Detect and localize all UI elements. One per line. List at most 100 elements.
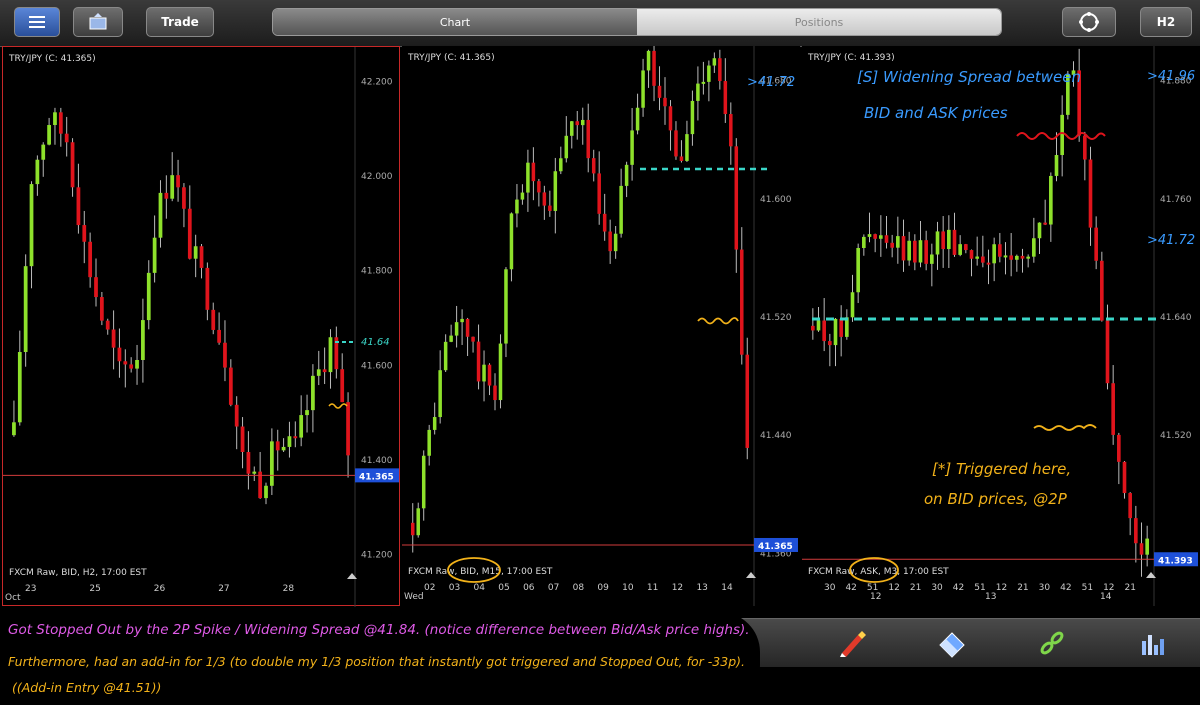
candle-body bbox=[47, 125, 51, 145]
candle-body bbox=[718, 58, 722, 82]
x-tick-label: 26 bbox=[154, 584, 166, 594]
x-tick-label: 10 bbox=[622, 583, 634, 593]
candle-body bbox=[164, 192, 169, 199]
candle-body bbox=[1128, 493, 1132, 519]
candle-body bbox=[1049, 175, 1053, 225]
candle-body bbox=[41, 144, 46, 160]
link-icon[interactable] bbox=[1036, 627, 1068, 659]
y-tick-label: 41.600 bbox=[361, 361, 393, 371]
candle-body bbox=[668, 106, 673, 131]
candle-body bbox=[591, 158, 596, 174]
candle-body bbox=[816, 320, 821, 331]
candle-body bbox=[129, 364, 134, 369]
candle-body bbox=[416, 508, 420, 536]
annotation-spread-1: [S] Widening Spread between bbox=[857, 68, 1081, 86]
x-tick-label: 30 bbox=[824, 583, 836, 593]
instrument-button[interactable] bbox=[73, 7, 123, 37]
candle-body bbox=[1117, 434, 1121, 462]
candle-body bbox=[674, 130, 678, 157]
candle-body bbox=[890, 242, 894, 248]
candle-body bbox=[35, 159, 40, 185]
candle-body bbox=[986, 262, 991, 265]
candle-body bbox=[211, 309, 216, 330]
candle-body bbox=[193, 246, 198, 259]
candle-body bbox=[509, 213, 514, 270]
candle-body bbox=[269, 441, 274, 486]
candle-body bbox=[152, 237, 157, 273]
candle-body bbox=[520, 192, 525, 200]
candle-body bbox=[123, 361, 128, 365]
candle-body bbox=[828, 341, 832, 346]
draw-tool-icon[interactable] bbox=[836, 627, 868, 659]
chart-panel-h2[interactable]: 42.200 42.000 41.800 41.600 41.400 41.200 41.3… bbox=[2, 46, 400, 607]
candle-body bbox=[701, 81, 706, 84]
candle-body bbox=[998, 244, 1002, 257]
candle-body bbox=[228, 367, 233, 405]
refresh-button[interactable] bbox=[1062, 7, 1116, 37]
x-tick-label: 51 bbox=[1082, 583, 1093, 593]
addin-squiggle bbox=[697, 317, 739, 325]
candle-body bbox=[176, 175, 180, 188]
menu-icon bbox=[29, 16, 45, 28]
x-tick-label: 03 bbox=[449, 583, 460, 593]
candle-body bbox=[498, 343, 503, 401]
y-tick-label: 42.000 bbox=[361, 172, 393, 182]
refresh-icon bbox=[1079, 12, 1099, 32]
candle-body bbox=[707, 65, 711, 82]
x-tick-label: 27 bbox=[218, 584, 229, 594]
menu-button[interactable] bbox=[14, 7, 60, 37]
candle-body bbox=[99, 297, 104, 321]
candle-body bbox=[958, 244, 962, 255]
indicators-icon[interactable] bbox=[1136, 627, 1168, 659]
addin-squiggle bbox=[328, 403, 348, 409]
candle-body bbox=[465, 318, 470, 337]
candle-body bbox=[924, 240, 928, 264]
candle-body bbox=[884, 235, 889, 243]
candle-body bbox=[839, 318, 843, 337]
annotation-triggered-1: [*] Triggered here, bbox=[932, 460, 1071, 478]
candle-body bbox=[586, 119, 590, 159]
chart-footer: FXCM Raw, BID, H2, 17:00 EST bbox=[9, 568, 147, 578]
y-tick-label: 41.440 bbox=[760, 431, 792, 441]
candle-body bbox=[443, 341, 448, 371]
y-tick-label: 41.800 bbox=[361, 267, 393, 277]
x-sub-label: 12 bbox=[870, 592, 881, 602]
candle-body bbox=[53, 112, 57, 126]
candle-body bbox=[504, 269, 508, 344]
candle-body bbox=[487, 364, 492, 386]
candle-body bbox=[23, 266, 28, 353]
eraser-icon[interactable] bbox=[936, 627, 968, 659]
candle-body bbox=[913, 240, 917, 263]
chart-panel-m15[interactable]: 41.680 41.600 41.520 41.440 41.360 41.365 TRY/… bbox=[402, 46, 800, 606]
candle-body bbox=[340, 369, 345, 403]
timeframe-button[interactable]: H2 bbox=[1140, 7, 1192, 37]
candle-body bbox=[685, 134, 689, 161]
annotation-spread-2: BID and ASK prices bbox=[864, 104, 1008, 122]
candle-body bbox=[608, 231, 612, 252]
y-tick-label: 41.200 bbox=[361, 550, 393, 560]
candle-body bbox=[907, 240, 911, 261]
candle-body bbox=[952, 229, 957, 255]
candle-body bbox=[515, 199, 519, 214]
candle-body bbox=[471, 336, 475, 342]
candle-body bbox=[969, 250, 974, 259]
candle-body bbox=[1009, 255, 1013, 260]
x-tick-label: 13 bbox=[696, 583, 707, 593]
top-toolbar: Trade Chart Positions H2 bbox=[0, 0, 1200, 47]
tab-positions[interactable]: Positions bbox=[637, 9, 1001, 35]
candle-body bbox=[862, 236, 866, 248]
tab-chart[interactable]: Chart bbox=[273, 9, 637, 35]
candle-body bbox=[88, 241, 93, 278]
candle-body bbox=[1145, 538, 1149, 555]
candle-body bbox=[575, 121, 580, 126]
candle-body bbox=[690, 100, 695, 135]
candle-body bbox=[205, 267, 210, 310]
x-tick-label: 21 bbox=[1125, 583, 1136, 593]
candle-body bbox=[1134, 518, 1138, 544]
trade-button[interactable]: Trade bbox=[146, 7, 214, 37]
candle-body bbox=[833, 318, 838, 346]
chart-panel-m3[interactable]: 41.880 41.760 41.640 41.520 41.393 TRY/JPY (C… bbox=[802, 46, 1200, 606]
candle-body bbox=[299, 415, 304, 438]
candle-body bbox=[421, 455, 426, 509]
candle-body bbox=[570, 121, 574, 136]
